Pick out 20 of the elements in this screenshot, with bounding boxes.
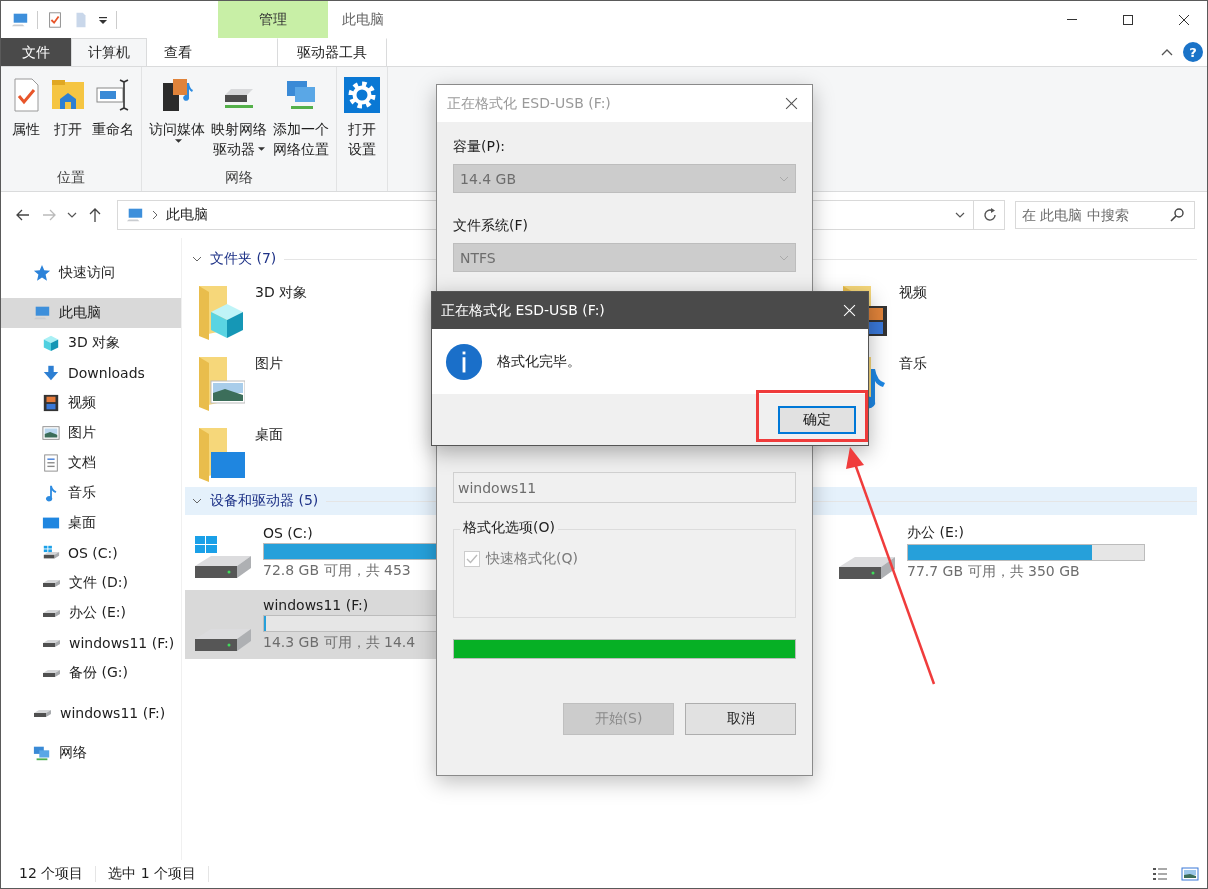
group-title: 设备和驱动器 (5) bbox=[210, 492, 319, 510]
window-title: 此电脑 bbox=[341, 10, 384, 29]
field-label: 文件系统(F) bbox=[453, 217, 529, 235]
ribbon-group-label: 位置 bbox=[56, 169, 86, 187]
field-label: 容量(P): bbox=[453, 138, 507, 156]
group-box-title: 格式化选项(O) bbox=[460, 519, 558, 537]
selection-count: 选中 1 个项目 bbox=[108, 865, 197, 883]
group-title: 文件夹 (7) bbox=[210, 250, 277, 268]
dialog-title: 正在格式化 ESD-USB (F:) bbox=[447, 94, 611, 113]
ribbon-group-label: 网络 bbox=[224, 169, 254, 187]
drive-name: windows11 (F:) bbox=[263, 597, 369, 613]
free-space-text: 14.3 GB 可用，共 14.4 bbox=[263, 634, 416, 652]
drive-name: OS (C:) bbox=[263, 525, 313, 541]
item-count: 12 个项目 bbox=[19, 865, 84, 883]
message-text: 格式化完毕。 bbox=[497, 352, 581, 371]
free-space-text: 72.8 GB 可用，共 453 bbox=[263, 562, 411, 580]
drive-name: 办公 (E:) bbox=[907, 524, 964, 542]
dialog-title: 正在格式化 ESD-USB (F:) bbox=[441, 301, 605, 320]
contextual-tab-label: 管理 bbox=[218, 1, 328, 38]
free-space-text: 77.7 GB 可用，共 350 GB bbox=[907, 563, 1080, 581]
